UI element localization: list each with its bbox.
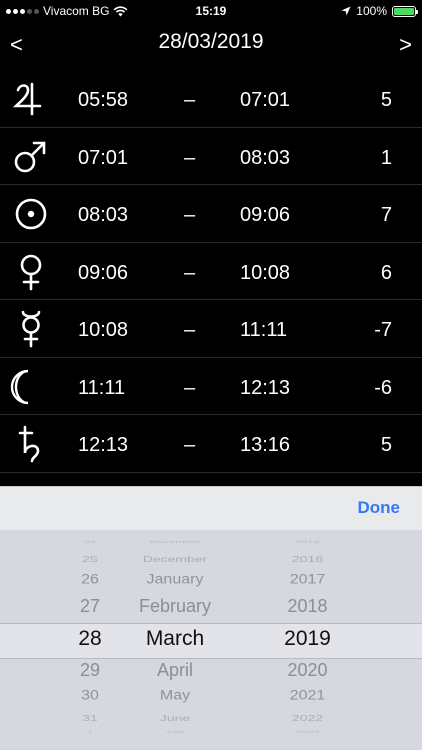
picker-selected-year[interactable]: 2019 <box>265 627 350 651</box>
hour-value: 5 <box>380 434 392 456</box>
saturn-icon <box>10 423 52 465</box>
hour-start: 11:11 <box>78 376 126 399</box>
picker-option[interactable]: January <box>120 572 230 587</box>
date-picker[interactable]: 24 25 26 27 28 29 30 31 1 November December Januar… <box>0 530 422 750</box>
picker-option[interactable]: April <box>120 660 230 681</box>
hour-row[interactable]: 08:03 – 09:06 7 <box>0 185 422 243</box>
moon-icon <box>10 366 52 408</box>
battery-icon <box>392 5 418 17</box>
hour-end: 13:16 <box>240 434 291 456</box>
mercury-icon <box>10 308 52 350</box>
picker-option[interactable]: 2021 <box>265 688 350 703</box>
hour-start: 12:13 <box>78 434 129 456</box>
hour-start: 05:58 <box>78 89 129 111</box>
picker-option[interactable]: 24 <box>60 540 120 544</box>
hour-value: -6 <box>374 376 392 399</box>
hour-value: 1 <box>380 146 392 169</box>
hour-separator: – <box>184 204 196 226</box>
hour-value: -7 <box>374 319 392 341</box>
picker-option[interactable]: 2023 <box>265 730 350 734</box>
venus-icon <box>10 251 52 293</box>
picker-option[interactable]: 30 <box>60 688 120 703</box>
hour-end: 07:01 <box>240 89 291 111</box>
hour-value: 5 <box>380 89 392 111</box>
jupiter-icon <box>10 78 52 120</box>
hour-separator: – <box>184 89 196 111</box>
picker-option[interactable]: 31 <box>60 713 120 723</box>
done-button[interactable]: Done <box>358 498 401 518</box>
hour-start: 10:08 <box>78 319 129 341</box>
day-wheel[interactable]: 24 25 26 27 28 29 30 31 1 <box>60 530 120 750</box>
mars-icon <box>10 136 52 178</box>
hour-row[interactable]: 05:58 – 07:01 5 <box>0 70 422 128</box>
hour-row[interactable]: 09:06 – 10:08 6 <box>0 243 422 300</box>
picker-option[interactable]: 2017 <box>265 572 350 587</box>
hour-separator: – <box>184 434 196 456</box>
hour-end: 12:13 <box>240 376 291 399</box>
planetary-hours-list: 05:58 – 07:01 5 07:01 – 08:03 1 08:03 – 09:06 7 09:0… <box>0 70 422 473</box>
hour-value: 7 <box>380 204 392 226</box>
hour-end: 09:06 <box>240 204 291 226</box>
hour-row[interactable]: 12:13 – 13:16 5 <box>0 415 422 473</box>
status-bar: Vivacom BG 15:19 100% <box>0 0 422 22</box>
picker-option[interactable]: February <box>120 596 230 617</box>
hour-end: 08:03 <box>240 146 291 169</box>
picker-toolbar: Done <box>0 486 422 531</box>
hour-row[interactable]: 07:01 – 08:03 1 <box>0 128 422 185</box>
hour-start: 07:01 <box>78 146 129 169</box>
picker-selected-day[interactable]: 28 <box>60 627 120 651</box>
hour-separator: – <box>184 319 196 341</box>
picker-option[interactable]: 2016 <box>265 554 350 564</box>
picker-option[interactable]: 2018 <box>265 596 350 617</box>
date-header: < 28/03/2019 > <box>0 26 422 62</box>
status-right: 100% <box>341 4 418 18</box>
hour-value: 6 <box>380 261 392 284</box>
battery-percent: 100% <box>356 4 387 18</box>
picker-option[interactable]: 2015 <box>265 540 350 544</box>
picker-option[interactable]: July <box>120 730 230 734</box>
picker-option[interactable]: 2022 <box>265 713 350 723</box>
current-date[interactable]: 28/03/2019 <box>0 30 422 54</box>
picker-option[interactable]: May <box>120 688 230 703</box>
hour-start: 08:03 <box>78 204 129 226</box>
picker-option[interactable]: December <box>120 554 230 564</box>
hour-start: 09:06 <box>78 261 129 284</box>
year-wheel[interactable]: 2015 2016 2017 2018 2019 2020 2021 2022 2023 <box>265 530 350 750</box>
sun-icon <box>10 193 52 235</box>
next-day-button[interactable]: > <box>399 32 412 58</box>
picker-option[interactable]: 25 <box>60 554 120 564</box>
hour-separator: – <box>184 261 196 284</box>
picker-option[interactable]: 26 <box>60 572 120 587</box>
picker-option[interactable]: 2020 <box>265 660 350 681</box>
picker-option[interactable]: 1 <box>60 730 120 734</box>
month-wheel[interactable]: November December January February March Apri… <box>120 530 230 750</box>
picker-option[interactable]: 29 <box>60 660 120 681</box>
hour-separator: – <box>184 146 196 169</box>
picker-selected-month[interactable]: March <box>120 627 230 651</box>
hour-row[interactable]: 10:08 – 11:11 -7 <box>0 300 422 358</box>
picker-option[interactable]: November <box>120 540 230 544</box>
picker-option[interactable]: 27 <box>60 596 120 617</box>
hour-end: 11:11 <box>240 319 288 341</box>
hour-end: 10:08 <box>240 261 291 284</box>
location-arrow-icon <box>341 6 351 16</box>
picker-option[interactable]: June <box>120 713 230 723</box>
hour-separator: – <box>184 376 196 399</box>
hour-row[interactable]: 11:11 – 12:13 -6 <box>0 358 422 415</box>
